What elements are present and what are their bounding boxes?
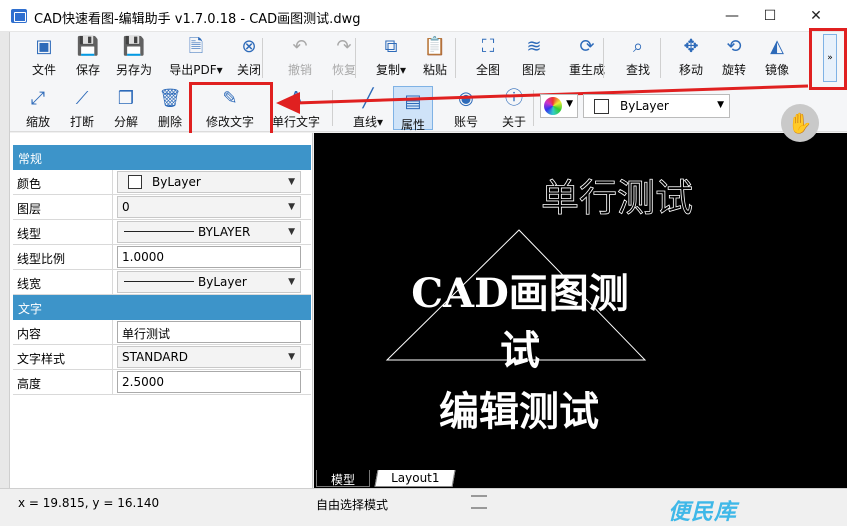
property-row: 高度 2.5000 <box>13 370 311 395</box>
property-row: 线型 BYLAYER ▼ <box>13 220 311 245</box>
toolbar-button-label: 导出PDF▾ <box>169 63 223 77</box>
coordinates-readout: x = 19.815, y = 16.140 <box>18 496 160 510</box>
property-input[interactable]: 2.5000 <box>117 371 301 393</box>
property-row: 图层 0 ▼ <box>13 195 311 220</box>
selection-mode: 自由选择模式 <box>316 498 389 512</box>
property-dropdown[interactable]: BYLAYER ▼ <box>117 221 301 243</box>
close-circle-icon: ⊗ <box>241 36 257 57</box>
toolbar-button-label: 关闭 <box>236 63 261 77</box>
property-input[interactable]: 单行测试 <box>117 321 301 343</box>
main-text-line-1[interactable]: CAD画图测 <box>411 270 629 317</box>
watermark-logo: 便民库 <box>668 500 738 525</box>
property-key: 线型比例 <box>13 245 113 269</box>
file-icon: ▣ <box>35 36 53 57</box>
color-wheel-icon <box>544 97 562 115</box>
scale-icon: ⤢ <box>30 88 46 109</box>
maximize-button[interactable]: ☐ <box>747 0 793 32</box>
toolbar-button-label: 缩放 <box>25 115 50 129</box>
property-key: 颜色 <box>13 170 113 194</box>
save-as-icon: 💾 <box>122 36 146 57</box>
toolbar-button-close-circle[interactable]: ⊗ 关闭 <box>227 32 271 80</box>
property-key: 线型 <box>13 220 113 244</box>
property-dropdown[interactable]: STANDARD ▼ <box>117 346 301 368</box>
toolbar-button-label: 另存为 <box>115 63 152 77</box>
tab-layout1-label: Layout1 <box>391 471 440 485</box>
property-dropdown[interactable]: 0 ▼ <box>117 196 301 218</box>
drawing-canvas[interactable]: 单行测试 CAD画图测 试 编辑测试 <box>314 133 847 468</box>
main-text-line-3[interactable]: 编辑测试 <box>439 388 599 435</box>
main-text-line-2[interactable]: 试 <box>500 327 540 374</box>
title-bar: CAD快速看图-编辑助手 v1.7.0.18 - CAD画图测试.dwg — ☐… <box>0 0 847 32</box>
more-tools-button[interactable]: » <box>823 34 837 82</box>
layout-tabs: 模型 Layout1 <box>314 468 847 488</box>
hand-icon: ✋ <box>787 111 813 135</box>
tab-layout1[interactable]: Layout1 <box>374 470 456 487</box>
property-row: 内容 单行测试 <box>13 320 311 345</box>
save-icon: 💾 <box>76 36 100 57</box>
property-key: 内容 <box>13 320 113 344</box>
chevron-down-icon: ▼ <box>288 352 295 362</box>
property-row: 线宽 ByLayer ▼ <box>13 270 311 295</box>
chevron-down-icon: ▼ <box>288 177 295 187</box>
highlight-edit-text <box>189 82 273 140</box>
line-sample <box>124 281 194 282</box>
toolbar-button-file[interactable]: ▣ 文件 <box>22 32 66 80</box>
properties-panel: 常规 颜色 ByLayer ▼ 图层 0 ▼ 线型 BYLAYER ▼ 线型比例 1.0000 线宽 By… <box>10 133 313 490</box>
tab-model[interactable]: 模型 <box>316 470 371 487</box>
chevron-down-icon: ▼ <box>717 100 724 110</box>
single-line-text[interactable]: 单行测试 <box>541 176 694 221</box>
property-key: 文字样式 <box>13 345 113 369</box>
pdf-icon: 🗎 <box>188 36 204 57</box>
property-row: 线型比例 1.0000 <box>13 245 311 270</box>
delete-icon: 🗑 <box>158 88 182 109</box>
chevron-down-icon: ▼ <box>288 227 295 237</box>
chevron-down-icon: ▼ <box>288 202 295 212</box>
toolbar-button-label: 删除 <box>157 115 182 129</box>
property-key: 图层 <box>13 195 113 219</box>
toolbar-button-save[interactable]: 💾 保存 <box>66 32 110 80</box>
property-dropdown[interactable]: ByLayer ▼ <box>117 271 301 293</box>
line-sample <box>124 231 194 232</box>
property-dropdown[interactable]: ByLayer ▼ <box>117 171 301 193</box>
explode-icon: ❒ <box>117 88 135 109</box>
toolbar-button-label: 打断 <box>69 115 94 129</box>
layer-dropdown-value: ByLayer <box>620 99 669 113</box>
property-key: 高度 <box>13 370 113 394</box>
chevron-down-icon: ▼ <box>566 99 573 109</box>
toolbar-button-pdf[interactable]: 🗎 导出PDF▾ <box>167 32 225 80</box>
app-icon <box>11 9 27 23</box>
chevron-down-icon: ▼ <box>288 277 295 287</box>
toolbar-button-break[interactable]: ⟋ 打断 <box>60 84 104 132</box>
toolbar-button-label: 分解 <box>113 115 138 129</box>
menu-lines-icon[interactable] <box>471 495 487 509</box>
toolbar-button-delete[interactable]: 🗑 删除 <box>148 84 192 132</box>
property-row: 颜色 ByLayer ▼ <box>13 170 311 195</box>
section-header[interactable]: 常规 <box>13 145 311 170</box>
toolbar-button-scale[interactable]: ⤢ 缩放 <box>16 84 60 132</box>
property-input[interactable]: 1.0000 <box>117 246 301 268</box>
toolbar-separator <box>262 38 263 78</box>
color-swatch <box>594 99 609 114</box>
window-title: CAD快速看图-编辑助手 v1.7.0.18 - CAD画图测试.dwg <box>34 12 361 27</box>
property-row: 文字样式 STANDARD ▼ <box>13 345 311 370</box>
color-swatch <box>128 175 142 189</box>
toolbar-button-save-as[interactable]: 💾 另存为 <box>108 32 160 80</box>
color-picker[interactable]: ▼ <box>540 94 578 118</box>
property-key: 线宽 <box>13 270 113 294</box>
section-header[interactable]: 文字 <box>13 295 311 320</box>
toolbar-button-explode[interactable]: ❒ 分解 <box>104 84 148 132</box>
toolbar-button-label: 保存 <box>75 63 100 77</box>
layer-dropdown[interactable]: ByLayer ▼ <box>583 94 730 118</box>
toolbar-button-label: 文件 <box>31 63 56 77</box>
break-icon: ⟋ <box>75 88 89 109</box>
pan-hand-button[interactable]: ✋ <box>781 104 819 142</box>
drawing-svg: 单行测试 CAD画图测 试 编辑测试 <box>385 176 694 435</box>
background-window-edge <box>0 32 10 508</box>
